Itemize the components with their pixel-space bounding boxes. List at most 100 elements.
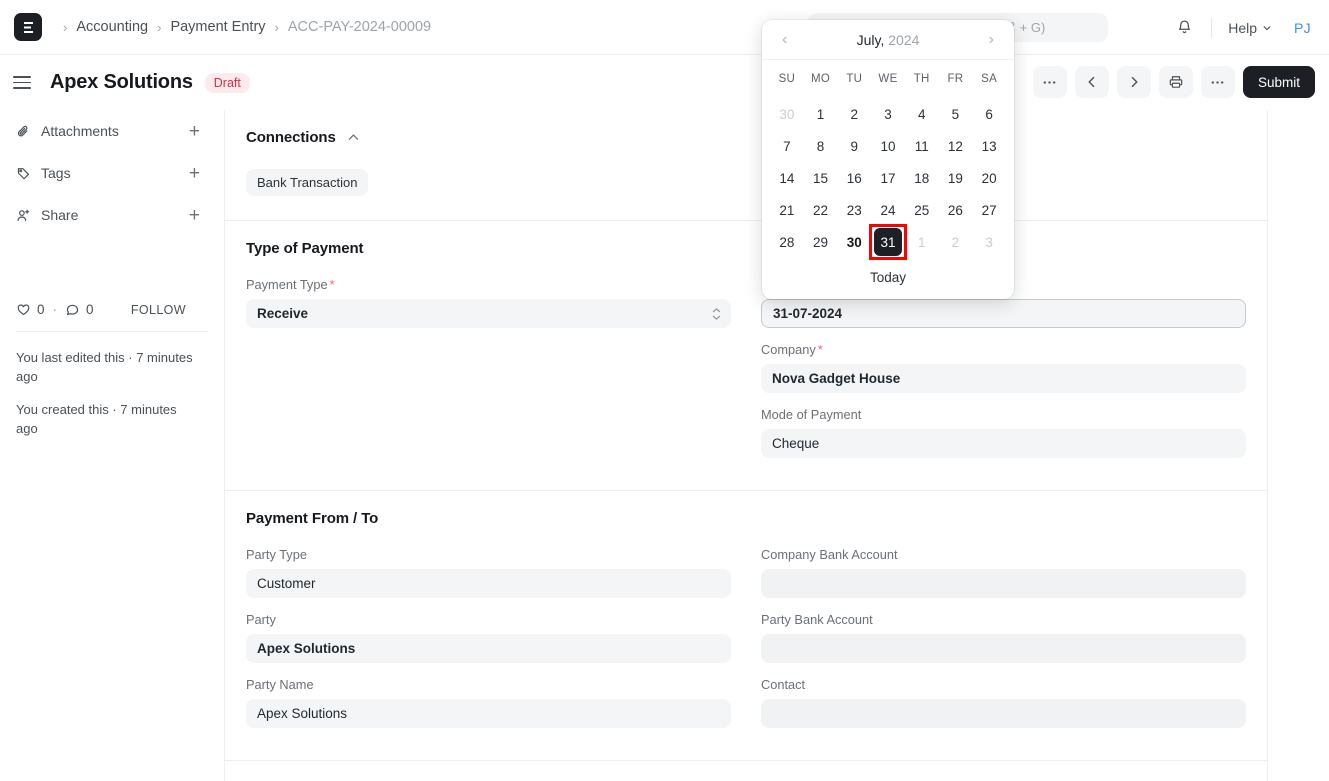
top-navbar: › Accounting › Payment Entry › ACC-PAY-2… xyxy=(0,0,1329,55)
breadcrumb-item-document-id[interactable]: ACC-PAY-2024-00009 xyxy=(288,19,431,35)
calendar-day-value: 1 xyxy=(908,228,936,256)
mode-of-payment-input[interactable]: Cheque xyxy=(761,429,1246,458)
calendar-day[interactable]: 31 xyxy=(871,226,905,258)
add-tag-button[interactable]: + xyxy=(189,164,208,183)
sidebar-item-attachments[interactable]: Attachments + xyxy=(16,110,208,152)
breadcrumb-item-payment-entry[interactable]: Payment Entry xyxy=(170,19,265,35)
calendar-day[interactable]: 19 xyxy=(939,162,973,194)
calendar-day[interactable]: 13 xyxy=(972,130,1006,162)
follow-button[interactable]: FOLLOW xyxy=(131,303,208,317)
calendar-day[interactable]: 20 xyxy=(972,162,1006,194)
calendar-day[interactable]: 2 xyxy=(939,226,973,258)
sidebar-item-label: Share xyxy=(41,207,189,223)
calendar-day[interactable]: 7 xyxy=(770,130,804,162)
field-company: Company* Nova Gadget House xyxy=(761,342,1246,393)
calendar-day[interactable]: 3 xyxy=(972,226,1006,258)
calendar-day[interactable]: 25 xyxy=(905,194,939,226)
page-title: Apex Solutions xyxy=(50,71,193,94)
calendar-day-value: 22 xyxy=(807,196,835,224)
calendar-day[interactable]: 5 xyxy=(939,98,973,130)
notifications-button[interactable] xyxy=(1167,11,1201,45)
field-value: Cheque xyxy=(772,436,819,451)
document-actions: Submit xyxy=(1033,66,1315,98)
field-label: Mode of Payment xyxy=(761,407,1246,422)
calendar-day-value: 11 xyxy=(908,132,936,160)
party-name-input[interactable]: Apex Solutions xyxy=(246,699,731,728)
more-options-button[interactable] xyxy=(1201,66,1235,98)
print-button[interactable] xyxy=(1159,66,1193,98)
calendar-day[interactable]: 30 xyxy=(770,98,804,130)
more-menu-hidden-button[interactable] xyxy=(1033,66,1067,98)
calendar-day-value: 3 xyxy=(975,228,1003,256)
calendar-weekday: TH xyxy=(905,67,939,91)
calendar-weekday: WE xyxy=(871,67,905,91)
calendar-day[interactable]: 1 xyxy=(804,98,838,130)
section-title: Payment From / To xyxy=(246,510,378,527)
heart-icon[interactable] xyxy=(16,302,31,317)
calendar-day[interactable]: 27 xyxy=(972,194,1006,226)
calendar-day[interactable]: 24 xyxy=(871,194,905,226)
calendar-weekday: SA xyxy=(972,67,1006,91)
posting-date-input[interactable]: 31-07-2024 xyxy=(761,299,1246,328)
chevron-left-icon xyxy=(1085,75,1099,89)
app-logo[interactable] xyxy=(14,13,42,41)
calendar-next-month-button[interactable]: › xyxy=(985,29,998,51)
add-attachment-button[interactable]: + xyxy=(189,122,208,141)
calendar-day[interactable]: 15 xyxy=(804,162,838,194)
calendar-day[interactable]: 8 xyxy=(804,130,838,162)
calendar-day[interactable]: 3 xyxy=(871,98,905,130)
calendar-weekday: FR xyxy=(939,67,973,91)
connection-link-bank-transaction[interactable]: Bank Transaction xyxy=(246,169,368,196)
sidebar-item-share[interactable]: Share + xyxy=(16,194,208,236)
calendar-day[interactable]: 4 xyxy=(905,98,939,130)
add-share-button[interactable]: + xyxy=(189,206,208,225)
calendar-day[interactable]: 1 xyxy=(905,226,939,258)
calendar-day[interactable]: 18 xyxy=(905,162,939,194)
calendar-year-label: 2024 xyxy=(888,32,919,48)
help-menu-button[interactable]: Help xyxy=(1222,16,1278,40)
chevron-up-icon[interactable] xyxy=(347,131,360,144)
avatar[interactable]: PJ xyxy=(1294,20,1311,36)
calendar-day[interactable]: 26 xyxy=(939,194,973,226)
calendar-day[interactable]: 14 xyxy=(770,162,804,194)
calendar-day[interactable]: 2 xyxy=(837,98,871,130)
payment-type-select[interactable]: Receive xyxy=(246,299,731,328)
party-type-input[interactable]: Customer xyxy=(246,569,731,598)
calendar-day[interactable]: 11 xyxy=(905,130,939,162)
previous-document-button[interactable] xyxy=(1075,66,1109,98)
calendar-day[interactable]: 12 xyxy=(939,130,973,162)
calendar-day[interactable]: 6 xyxy=(972,98,1006,130)
party-input[interactable]: Apex Solutions xyxy=(246,634,731,663)
sidebar-item-tags[interactable]: Tags + xyxy=(16,152,208,194)
calendar-today-button[interactable]: Today xyxy=(762,258,1014,291)
sidebar-toggle-icon[interactable] xyxy=(13,76,31,89)
company-bank-account-input[interactable] xyxy=(761,569,1246,598)
calendar-day-value: 30 xyxy=(840,228,868,256)
field-mode-of-payment: Mode of Payment Cheque xyxy=(761,407,1246,458)
calendar-day[interactable]: 30 xyxy=(837,226,871,258)
calendar-day[interactable]: 9 xyxy=(837,130,871,162)
next-document-button[interactable] xyxy=(1117,66,1151,98)
calendar-day[interactable]: 28 xyxy=(770,226,804,258)
created-note: You created this · 7 minutes ago xyxy=(16,400,198,438)
calendar-day[interactable]: 22 xyxy=(804,194,838,226)
connections-header[interactable]: Connections xyxy=(246,110,1246,146)
contact-input[interactable] xyxy=(761,699,1246,728)
calendar-day[interactable]: 16 xyxy=(837,162,871,194)
navbar-divider xyxy=(1211,18,1212,38)
comment-icon[interactable] xyxy=(65,302,80,317)
calendar-day[interactable]: 29 xyxy=(804,226,838,258)
calendar-day[interactable]: 23 xyxy=(837,194,871,226)
calendar-day[interactable]: 17 xyxy=(871,162,905,194)
calendar-day[interactable]: 21 xyxy=(770,194,804,226)
share-user-icon xyxy=(16,208,31,223)
company-input[interactable]: Nova Gadget House xyxy=(761,364,1246,393)
ellipsis-icon xyxy=(1042,75,1057,90)
document-sidebar: Attachments + Tags + Share + 0 · 0 FOLLO… xyxy=(0,110,224,781)
calendar-prev-month-button[interactable]: ‹ xyxy=(778,29,791,51)
calendar-days-grid: 3012345678910111213141516171819202122232… xyxy=(762,91,1014,258)
party-bank-account-input[interactable] xyxy=(761,634,1246,663)
submit-button[interactable]: Submit xyxy=(1243,66,1315,98)
calendar-day[interactable]: 10 xyxy=(871,130,905,162)
breadcrumb-item-accounting[interactable]: Accounting xyxy=(76,19,148,35)
